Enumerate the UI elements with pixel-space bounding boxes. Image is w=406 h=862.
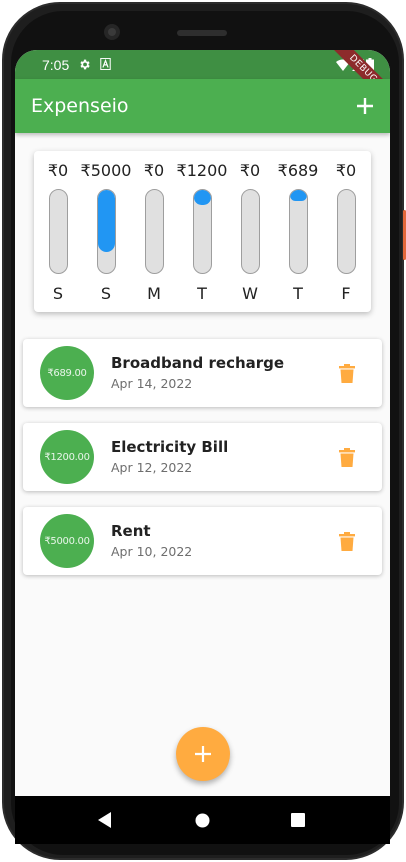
transaction-list-item: ₹1200.00 Electricity Bill Apr 12, 2022 (23, 423, 382, 491)
home-circle-icon (195, 813, 209, 827)
transaction-date: Apr 10, 2022 (111, 544, 193, 559)
recents-square-icon (291, 813, 305, 827)
chart-day-column: ₹689 T (277, 151, 319, 312)
transaction-amount-avatar: ₹5000.00 (40, 514, 94, 568)
chart-bar-track (289, 189, 308, 274)
transaction-title: Rent (111, 522, 151, 540)
transaction-amount-avatar: ₹689.00 (40, 346, 94, 400)
transaction-list-item: ₹5000.00 Rent Apr 10, 2022 (23, 507, 382, 575)
trash-icon (339, 447, 355, 467)
transaction-amount: ₹1200.00 (44, 451, 90, 463)
accessibility-icon (100, 58, 111, 70)
chart-bar-fill (98, 190, 115, 252)
chart-bar-track (337, 189, 356, 274)
front-camera (104, 24, 120, 40)
transaction-date: Apr 14, 2022 (111, 376, 193, 391)
transaction-date: Apr 12, 2022 (111, 460, 193, 475)
weekly-chart-card: ₹0 S ₹5000 S ₹0 M ₹1200 T ₹0 W ₹689 T ₹0 F (34, 151, 371, 312)
delete-transaction-button[interactable] (334, 360, 360, 386)
plus-icon (195, 746, 211, 762)
add-transaction-fab[interactable] (176, 727, 230, 781)
chart-day-column: ₹0 W (229, 151, 271, 312)
nav-recents-button[interactable] (286, 808, 310, 832)
chart-day-column: ₹1200 T (177, 151, 228, 312)
status-bar: 7:05 DEBUG (15, 50, 390, 113)
app-bar: Expenseio (15, 79, 390, 133)
status-time: 7:05 (42, 57, 70, 73)
chart-day-label: T (293, 284, 303, 303)
transaction-amount-avatar: ₹1200.00 (40, 430, 94, 484)
add-transaction-button[interactable] (348, 89, 382, 123)
delete-transaction-button[interactable] (334, 528, 360, 554)
chart-day-column: ₹5000 S (81, 151, 132, 312)
chart-bar-fill (290, 190, 307, 201)
chart-amount-label: ₹0 (335, 161, 357, 180)
transaction-title: Electricity Bill (111, 438, 229, 456)
transaction-amount: ₹689.00 (47, 367, 87, 379)
chart-day-label: S (100, 284, 112, 303)
plus-icon (357, 98, 373, 114)
chart-day-label: F (341, 284, 351, 303)
chart-day-column: ₹0 F (325, 151, 367, 312)
back-triangle-icon (98, 812, 111, 828)
chart-day-label: T (197, 284, 207, 303)
trash-icon (339, 363, 355, 383)
app-screen: 7:05 DEBUG Expenseio ₹0 S ₹5000 S ₹0 M ₹… (15, 50, 390, 796)
transaction-list-item: ₹689.00 Broadband recharge Apr 14, 2022 (23, 339, 382, 407)
chart-day-column: ₹0 M (133, 151, 175, 312)
nav-back-button[interactable] (93, 808, 117, 832)
chart-bar-track (97, 189, 116, 274)
chart-day-label: M (147, 284, 161, 303)
chart-bar-track (241, 189, 260, 274)
phone-frame: 7:05 DEBUG Expenseio ₹0 S ₹5000 S ₹0 M ₹… (0, 0, 406, 862)
transaction-title: Broadband recharge (111, 354, 285, 372)
app-title: Expenseio (31, 95, 129, 117)
delete-transaction-button[interactable] (334, 444, 360, 470)
chart-day-column: ₹0 S (37, 151, 79, 312)
chart-bar-fill (194, 190, 211, 205)
chart-bar-track (193, 189, 212, 274)
chart-bar-track (145, 189, 164, 274)
settings-gear-icon (80, 59, 90, 70)
transaction-amount: ₹5000.00 (44, 535, 90, 547)
chart-day-label: S (52, 284, 64, 303)
system-nav-bar (15, 796, 390, 844)
earpiece-speaker (177, 30, 227, 36)
chart-day-label: W (242, 284, 258, 303)
nav-home-button[interactable] (190, 808, 214, 832)
trash-icon (339, 531, 355, 551)
chart-bar-track (49, 189, 68, 274)
